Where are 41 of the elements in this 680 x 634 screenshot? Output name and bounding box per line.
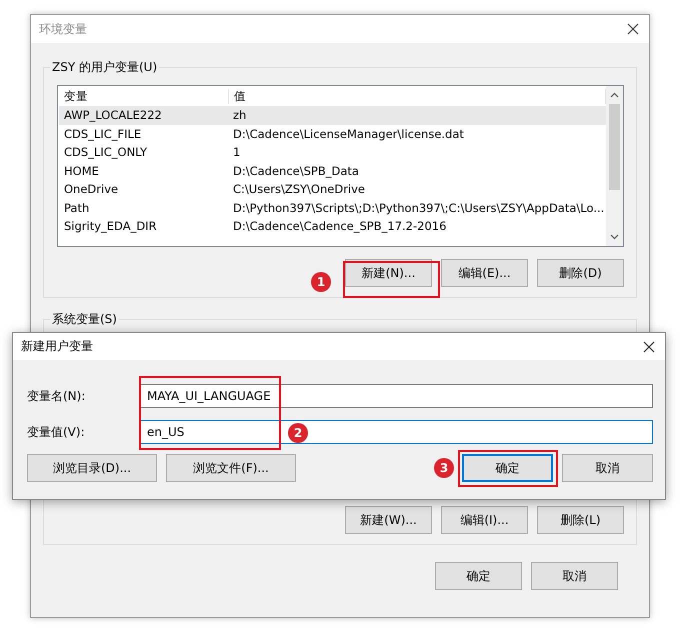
variable-value: D:\Cadence\SPB_Data xyxy=(232,164,360,178)
dialog-button[interactable]: 编辑(I)... xyxy=(441,506,528,534)
list-row[interactable]: CDS_LIC_FILE D:\Cadence\LicenseManager\license.dat xyxy=(59,124,606,143)
dialog-button[interactable]: 浏览目录(D)... xyxy=(27,454,157,482)
group-label: 系统变量(S) xyxy=(50,311,119,328)
dialog-button[interactable]: 删除(L) xyxy=(537,506,624,534)
variable-value: C:\Users\ZSY\OneDrive xyxy=(232,182,366,196)
variable-name: HOME xyxy=(63,164,100,178)
variable-value: D:\Python397\Scripts\;D:\Python397\;C:\Users\ZSY\AppData\Lo... xyxy=(232,200,606,215)
dialog-button[interactable]: 取消 xyxy=(562,454,653,482)
variable-name: CDS_LIC_FILE xyxy=(63,126,142,141)
list-row[interactable]: HOME D:\Cadence\SPB_Data xyxy=(59,162,606,180)
dialog-button[interactable]: 浏览文件(F)... xyxy=(166,454,296,482)
list-row[interactable]: CDS_LIC_ONLY 1 xyxy=(59,143,606,162)
dialog-button[interactable]: 删除(D) xyxy=(537,259,624,287)
variable-name: OneDrive xyxy=(63,182,120,196)
dialog-button[interactable]: 确定 xyxy=(462,454,553,482)
dialog-button[interactable]: 确定 xyxy=(435,562,522,590)
variable-name: AWP_LOCALE222 xyxy=(63,108,163,122)
variable-name: Path xyxy=(63,200,90,215)
variable-name: CDS_LIC_ONLY xyxy=(63,145,148,160)
variable-value: D:\Cadence\Cadence_SPB_17.2-2016 xyxy=(232,219,448,234)
variable-value: D:\Cadence\LicenseManager\license.dat xyxy=(232,126,465,141)
input-field[interactable]: MAYA_UI_LANGUAGE xyxy=(140,384,653,408)
variable-value: 1 xyxy=(232,145,242,160)
dialog-button[interactable]: 新建(N)... xyxy=(345,259,432,287)
group-label: ZSY 的用户变量(U) xyxy=(50,59,160,76)
variable-name: Sigrity_EDA_DIR xyxy=(63,219,158,234)
dialog-button[interactable]: 新建(W)... xyxy=(345,506,432,534)
list-row[interactable]: AWP_LOCALE222 zh xyxy=(59,106,606,124)
window-title: 新建用户变量 xyxy=(21,338,93,355)
variable-value: zh xyxy=(232,108,248,122)
dialog-button[interactable]: 取消 xyxy=(531,562,618,590)
window-title: 环境变量 xyxy=(39,20,87,38)
field-label: 变量值(V): xyxy=(27,424,86,440)
column-header[interactable]: 变量 xyxy=(59,88,229,104)
list-row[interactable]: Path D:\Python397\Scripts\;D:\Python397\;C:\Users\ZSY\AppData\Lo... xyxy=(59,198,606,217)
dialog-button[interactable]: 编辑(E)... xyxy=(441,259,528,287)
list-row[interactable]: OneDrive C:\Users\ZSY\OneDrive xyxy=(59,180,606,198)
list-row[interactable]: Sigrity_EDA_DIR D:\Cadence\Cadence_SPB_17.2-2016 xyxy=(59,217,606,236)
field-label: 变量名(N): xyxy=(27,388,86,404)
